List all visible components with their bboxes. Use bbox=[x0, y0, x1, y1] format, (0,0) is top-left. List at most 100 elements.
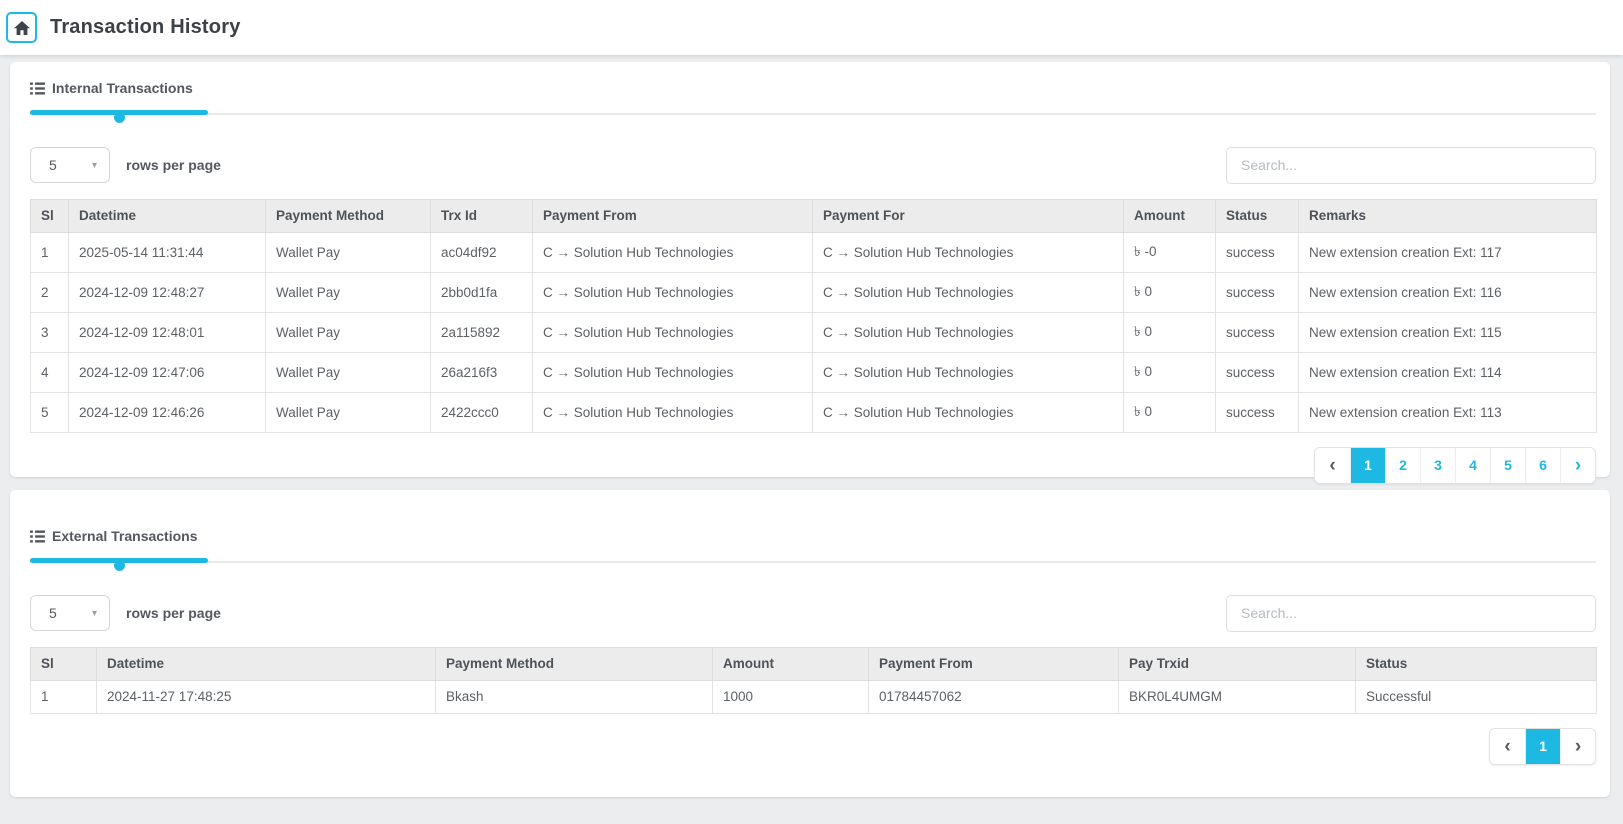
external-pagination-row: ‹ 1 › bbox=[10, 714, 1610, 765]
pagination-page-button[interactable]: 4 bbox=[1455, 447, 1490, 483]
column-header: Datetime bbox=[96, 646, 436, 681]
column-header: Status bbox=[1215, 198, 1299, 233]
table-cell: C → Solution Hub Technologies bbox=[812, 351, 1124, 393]
external-transactions-card: External Transactions 5 ▾ rows per page bbox=[10, 490, 1610, 797]
pagination-prev-button[interactable]: ‹ bbox=[1490, 728, 1525, 764]
list-icon bbox=[30, 529, 45, 543]
table-cell: C → Solution Hub Technologies bbox=[532, 351, 813, 393]
table-cell: ৳ 0 bbox=[1123, 351, 1216, 393]
internal-transactions-card: Internal Transactions 5 ▾ rows per page bbox=[10, 62, 1610, 484]
column-header: Remarks bbox=[1298, 198, 1597, 233]
table-cell: Wallet Pay bbox=[265, 231, 431, 273]
table-cell: ৳ 0 bbox=[1123, 311, 1216, 353]
column-header: Trx Id bbox=[430, 198, 533, 233]
table-cell: success bbox=[1215, 231, 1299, 273]
table-header-row: Sl Datetime Payment Method Trx Id Payment Fr… bbox=[30, 198, 1597, 233]
table-cell: Bkash bbox=[435, 679, 713, 714]
table-cell: C → Solution Hub Technologies bbox=[532, 311, 813, 353]
column-header: Sl bbox=[30, 198, 69, 233]
external-tabs: External Transactions bbox=[10, 490, 1610, 572]
table-cell: ৳ 0 bbox=[1123, 391, 1216, 433]
pagination-page-button[interactable]: 1 bbox=[1525, 728, 1560, 764]
table-cell: 2025-05-14 11:31:44 bbox=[68, 231, 266, 273]
search-input[interactable] bbox=[1226, 594, 1596, 632]
rows-per-page-label: rows per page bbox=[126, 157, 221, 173]
column-header: Payment For bbox=[812, 198, 1124, 233]
table-cell: New extension creation Ext: 115 bbox=[1298, 311, 1597, 353]
internal-pagination: ‹ 1 2 3 4 5 6 › bbox=[1314, 446, 1596, 484]
tab-internal-transactions[interactable]: Internal Transactions bbox=[30, 80, 193, 96]
table-cell: ৳ 0 bbox=[1123, 271, 1216, 313]
rows-per-page-value: 5 bbox=[49, 605, 57, 621]
table-cell: success bbox=[1215, 391, 1299, 433]
table-cell: success bbox=[1215, 351, 1299, 393]
table-cell: BKR0L4UMGM bbox=[1118, 679, 1356, 714]
column-header: Pay Trxid bbox=[1118, 646, 1356, 681]
tab-external-transactions[interactable]: External Transactions bbox=[30, 528, 198, 544]
column-header: Datetime bbox=[68, 198, 266, 233]
table-cell: New extension creation Ext: 113 bbox=[1298, 391, 1597, 433]
external-transactions-table: Sl Datetime Payment Method Amount Payment Fr… bbox=[30, 646, 1597, 714]
external-pagination: ‹ 1 › bbox=[1489, 727, 1596, 765]
table-cell: 2 bbox=[30, 271, 69, 313]
table-row: 5 2024-12-09 12:46:26 Wallet Pay 2422ccc0 C … bbox=[30, 391, 1597, 433]
home-button[interactable] bbox=[6, 12, 37, 43]
table-cell: New extension creation Ext: 117 bbox=[1298, 231, 1597, 273]
pagination-page-button[interactable]: 3 bbox=[1420, 447, 1455, 483]
top-bar: Transaction History bbox=[0, 0, 1623, 55]
pagination-next-button[interactable]: › bbox=[1560, 447, 1595, 483]
table-cell: 5 bbox=[30, 391, 69, 433]
table-cell: 1 bbox=[30, 679, 97, 714]
tab-label: External Transactions bbox=[52, 528, 198, 544]
home-icon bbox=[13, 20, 30, 35]
table-cell: 26a216f3 bbox=[430, 351, 533, 393]
external-table-wrap: Sl Datetime Payment Method Amount Payment Fr… bbox=[10, 646, 1610, 714]
page-content: Internal Transactions 5 ▾ rows per page bbox=[0, 55, 1623, 797]
table-cell: 2024-12-09 12:47:06 bbox=[68, 351, 266, 393]
pagination-prev-button[interactable]: ‹ bbox=[1315, 447, 1350, 483]
table-cell: 1 bbox=[30, 231, 69, 273]
internal-pagination-row: ‹ 1 2 3 4 5 6 › bbox=[10, 433, 1610, 484]
table-cell: Wallet Pay bbox=[265, 271, 431, 313]
tab-indicator-dot bbox=[114, 559, 125, 571]
search-input[interactable] bbox=[1226, 146, 1596, 184]
column-header: Payment Method bbox=[265, 198, 431, 233]
table-cell: Successful bbox=[1355, 679, 1597, 714]
rows-per-page-select[interactable]: 5 ▾ bbox=[30, 147, 110, 183]
pagination-page-button[interactable]: 6 bbox=[1525, 447, 1560, 483]
table-cell: Wallet Pay bbox=[265, 391, 431, 433]
list-icon bbox=[30, 81, 45, 95]
internal-transactions-table: Sl Datetime Payment Method Trx Id Payment Fr… bbox=[30, 198, 1597, 433]
table-cell: 3 bbox=[30, 311, 69, 353]
table-cell: C → Solution Hub Technologies bbox=[532, 271, 813, 313]
table-cell: Wallet Pay bbox=[265, 351, 431, 393]
tab-label: Internal Transactions bbox=[52, 80, 193, 96]
table-cell: 2024-11-27 17:48:25 bbox=[96, 679, 436, 714]
table-cell: 2422ccc0 bbox=[430, 391, 533, 433]
pagination-next-button[interactable]: › bbox=[1560, 728, 1595, 764]
pagination-page-button[interactable]: 5 bbox=[1490, 447, 1525, 483]
tab-underline bbox=[30, 557, 1596, 572]
tab-track bbox=[30, 112, 1596, 115]
rows-per-page-select[interactable]: 5 ▾ bbox=[30, 595, 110, 631]
pagination-page-button[interactable]: 2 bbox=[1385, 447, 1420, 483]
table-cell: C → Solution Hub Technologies bbox=[812, 391, 1124, 433]
column-header: Amount bbox=[1123, 198, 1216, 233]
internal-tabs: Internal Transactions bbox=[10, 62, 1610, 124]
table-row: 1 2024-11-27 17:48:25 Bkash 1000 01784457062… bbox=[30, 679, 1597, 714]
table-cell: C → Solution Hub Technologies bbox=[812, 231, 1124, 273]
table-cell: New extension creation Ext: 116 bbox=[1298, 271, 1597, 313]
table-cell: 4 bbox=[30, 351, 69, 393]
table-cell: success bbox=[1215, 271, 1299, 313]
table-cell: ৳ -0 bbox=[1123, 231, 1216, 273]
column-header: Amount bbox=[712, 646, 869, 681]
tab-indicator-dot bbox=[114, 111, 125, 123]
rows-per-page-value: 5 bbox=[49, 157, 57, 173]
internal-table-wrap: Sl Datetime Payment Method Trx Id Payment Fr… bbox=[10, 198, 1610, 433]
table-cell: 1000 bbox=[712, 679, 869, 714]
pagination-page-button[interactable]: 1 bbox=[1350, 447, 1385, 483]
external-table-controls: 5 ▾ rows per page bbox=[10, 572, 1610, 647]
table-cell: success bbox=[1215, 311, 1299, 353]
table-cell: 01784457062 bbox=[868, 679, 1119, 714]
table-cell: C → Solution Hub Technologies bbox=[532, 231, 813, 273]
